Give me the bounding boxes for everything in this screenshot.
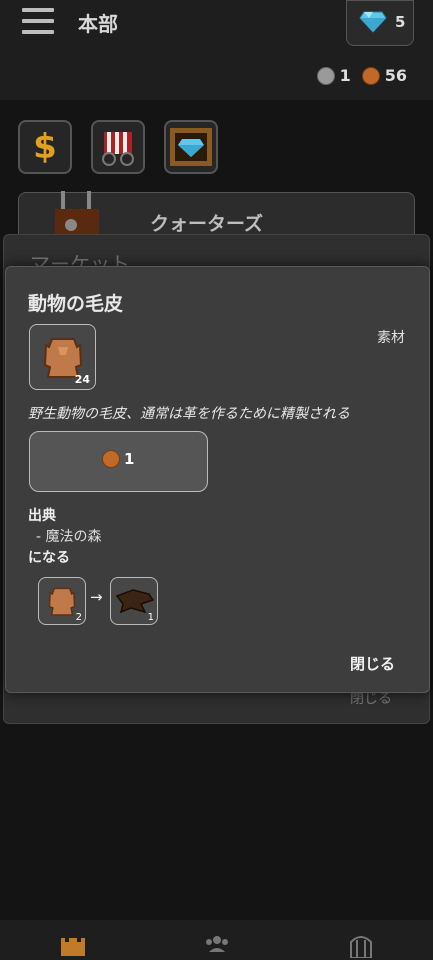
item-slot: 24 — [29, 324, 96, 390]
recipe-input-slot[interactable]: 2 — [38, 577, 86, 625]
people-icon[interactable] — [203, 932, 231, 956]
top-bar: 本部 5 1 56 — [0, 0, 433, 100]
copper-coin-icon — [102, 450, 120, 468]
source-location: - 魔法の森 — [36, 529, 102, 545]
item-description: 野生動物の毛皮、通常は革を作るために精製される — [28, 406, 350, 422]
caravan-icon — [102, 132, 134, 166]
resource-row: 1 56 — [316, 66, 407, 85]
gem-shop-button[interactable] — [164, 120, 218, 174]
item-quantity: 24 — [74, 373, 90, 386]
recipe-input-qty: 2 — [75, 612, 82, 623]
price-value: 1 — [124, 450, 135, 468]
copper-count: 56 — [384, 66, 407, 85]
sell-price-button[interactable]: 1 — [29, 431, 208, 492]
silver-count: 1 — [339, 66, 351, 85]
source-heading: 出典 — [28, 508, 56, 524]
recipe-output-qty: 1 — [147, 612, 154, 623]
item-detail-modal: 動物の毛皮 24 素材 野生動物の毛皮、通常は革を作るために精製される 1 出典… — [5, 266, 430, 693]
item-title: 動物の毛皮 — [28, 293, 124, 315]
bottom-nav — [0, 920, 433, 960]
gem-film-icon — [170, 128, 212, 166]
item-category: 素材 — [377, 330, 405, 346]
caravan-button[interactable] — [91, 120, 145, 174]
copper-coin-icon — [361, 66, 380, 85]
silver-coin-icon — [316, 66, 335, 85]
page-title: 本部 — [78, 12, 118, 36]
gate-icon[interactable] — [349, 932, 373, 958]
close-button[interactable]: 閉じる — [350, 653, 395, 674]
shop-button[interactable]: $ — [18, 120, 72, 174]
becomes-heading: になる — [28, 550, 70, 566]
gem-counter-button[interactable]: 5 — [346, 0, 414, 46]
gem-count: 5 — [395, 13, 406, 31]
dollar-icon: $ — [33, 127, 57, 167]
castle-icon[interactable] — [59, 932, 87, 956]
recipe-output-slot[interactable]: 1 — [110, 577, 158, 625]
gem-icon — [359, 11, 387, 33]
recipe-arrow: → — [90, 588, 103, 606]
menu-icon[interactable] — [22, 8, 54, 34]
quarters-label: クォーターズ — [150, 213, 264, 235]
